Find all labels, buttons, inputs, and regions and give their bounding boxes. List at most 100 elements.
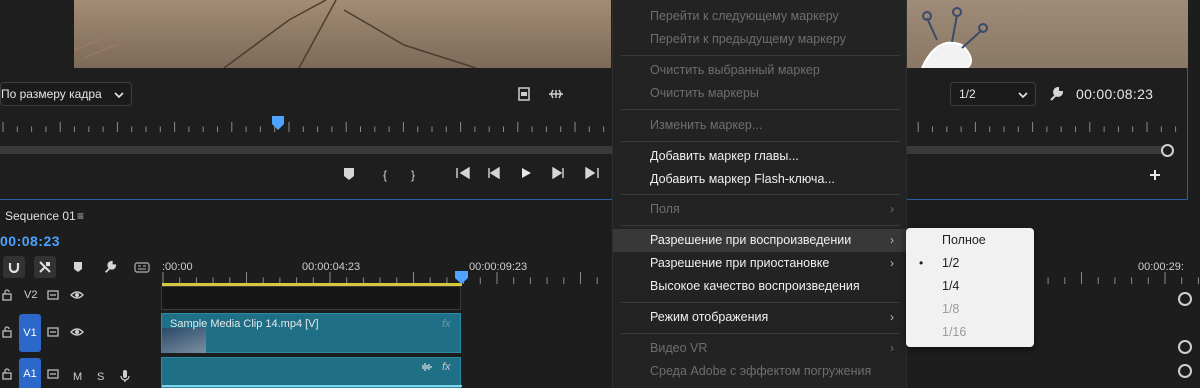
monitor-time-ruler[interactable]	[0, 122, 1188, 132]
submenu-item-sixteenth[interactable]: 1/16	[906, 321, 1034, 344]
submenu-item-label: Полное	[942, 233, 986, 247]
menu-item-fields[interactable]: Поля ›	[613, 198, 908, 221]
mark-out-icon[interactable]: }	[405, 167, 421, 183]
menu-item-add-chapter-marker[interactable]: Добавить маркер главы...	[613, 145, 908, 168]
menu-item-vr-video[interactable]: Видео VR ›	[613, 337, 908, 360]
snap-magnet-icon[interactable]	[3, 256, 25, 278]
menu-item-clear-markers[interactable]: Очистить маркеры	[613, 82, 908, 105]
play-icon[interactable]	[520, 167, 536, 183]
track-v2-lane[interactable]	[161, 286, 461, 310]
chevron-down-icon	[114, 92, 124, 99]
menu-separator	[621, 333, 900, 334]
menu-item-paused-resolution[interactable]: Разрешение при приостановке ›	[613, 252, 908, 275]
monitor-playhead[interactable]	[272, 116, 284, 130]
doodle-graphic	[921, 7, 988, 68]
trim-icon[interactable]	[548, 88, 564, 100]
lock-icon[interactable]	[2, 289, 12, 301]
monitor-zoom-scrollbar[interactable]	[0, 146, 1170, 154]
monitor-timecode[interactable]: 00:00:08:23	[1076, 86, 1153, 102]
go-to-in-icon[interactable]	[455, 167, 471, 183]
playback-resolution-dropdown[interactable]: 1/2	[950, 82, 1036, 106]
track-target-v1[interactable]: V1	[19, 314, 41, 352]
menu-item-adobe-immersive[interactable]: Среда Adobe с эффектом погружения	[613, 360, 908, 383]
program-monitor: По размеру кадра 1/2 00:00:08:23 { }	[0, 0, 1188, 200]
menu-item-label: Изменить маркер...	[650, 118, 763, 132]
audio-clip[interactable]: fx	[161, 357, 462, 388]
step-forward-icon[interactable]	[552, 167, 568, 183]
timeline-playhead[interactable]	[455, 271, 468, 284]
menu-item-label: Высокое качество воспроизведения	[650, 279, 860, 293]
submenu-item-label: 1/16	[942, 325, 967, 339]
sequence-tab[interactable]: Sequence 01	[5, 209, 76, 223]
menu-separator	[621, 194, 900, 195]
menu-separator	[621, 141, 900, 142]
fit-zoom-dropdown[interactable]: По размеру кадра	[0, 82, 132, 106]
menu-item-label: Очистить маркеры	[650, 86, 759, 100]
submenu-arrow-icon: ›	[890, 310, 894, 324]
submenu-arrow-icon: ›	[890, 233, 894, 247]
solo-button[interactable]: S	[97, 371, 104, 383]
mute-button[interactable]: M	[73, 371, 82, 383]
menu-item-clear-selected-marker[interactable]: Очистить выбранный маркер	[613, 59, 908, 82]
captions-icon[interactable]	[131, 256, 153, 278]
clip-thumbnail	[162, 328, 206, 353]
menu-item-label: Очистить выбранный маркер	[650, 63, 820, 77]
track-header-a1: A1 M S	[0, 356, 160, 388]
track-target-a1[interactable]: A1	[19, 358, 41, 388]
button-editor-plus-icon[interactable]	[1149, 169, 1161, 181]
eye-icon[interactable]	[70, 290, 84, 300]
submenu-item-half[interactable]: • 1/2	[906, 252, 1034, 275]
submenu-item-quarter[interactable]: 1/4	[906, 275, 1034, 298]
menu-item-label: Среда Adobe с эффектом погружения	[650, 364, 872, 378]
timeline-timecode[interactable]: 00:08:23	[0, 233, 60, 249]
sync-lock-icon[interactable]	[47, 369, 59, 379]
audio-level-line	[162, 385, 462, 387]
track-scroll-handle[interactable]	[1178, 340, 1192, 354]
timeline-settings-wrench-icon[interactable]	[99, 256, 121, 278]
safe-margins-icon[interactable]	[518, 87, 530, 101]
submenu-item-full[interactable]: Полное	[906, 229, 1034, 252]
context-menu: Перейти к следующему маркеру Перейти к п…	[612, 0, 908, 388]
track-scroll-handle[interactable]	[1178, 292, 1192, 306]
fx-badge: fx	[442, 318, 451, 330]
menu-item-label: Добавить маркер главы...	[650, 149, 799, 163]
panel-menu-icon[interactable]: ≡	[77, 209, 84, 223]
sync-lock-icon[interactable]	[47, 290, 59, 300]
menu-item-edit-marker[interactable]: Изменить маркер...	[613, 114, 908, 137]
menu-separator	[621, 302, 900, 303]
waveform-icon	[420, 362, 432, 372]
eye-icon[interactable]	[70, 327, 84, 337]
menu-item-display-mode[interactable]: Режим отображения ›	[613, 306, 908, 329]
fx-badge: fx	[442, 361, 451, 373]
submenu-item-label: 1/8	[942, 302, 960, 316]
submenu-item-label: 1/4	[942, 279, 960, 293]
go-to-out-icon[interactable]	[584, 167, 600, 183]
step-back-icon[interactable]	[488, 167, 504, 183]
scrollbar-handle[interactable]	[1161, 144, 1174, 157]
selected-bullet-icon: •	[919, 256, 924, 270]
track-header-v1: V1	[0, 312, 160, 354]
menu-item-playback-resolution[interactable]: Разрешение при воспроизведении ›	[613, 229, 908, 252]
sync-lock-icon[interactable]	[47, 327, 59, 337]
add-marker-icon[interactable]	[343, 167, 359, 183]
microphone-icon[interactable]	[120, 369, 130, 383]
wrench-icon[interactable]	[1048, 86, 1064, 102]
track-name[interactable]: V2	[24, 289, 37, 301]
menu-item-add-flash-cue-marker[interactable]: Добавить маркер Flash-ключа...	[613, 168, 908, 191]
submenu-arrow-icon: ›	[890, 202, 894, 216]
linked-selection-icon[interactable]	[34, 256, 56, 278]
video-clip[interactable]: Sample Media Clip 14.mp4 [V] fx	[161, 313, 461, 353]
video-frame-right	[907, 0, 1188, 68]
menu-item-high-quality-playback[interactable]: Высокое качество воспроизведения	[613, 275, 908, 298]
menu-item-label: Перейти к следующему маркеру	[650, 9, 839, 23]
lock-icon[interactable]	[2, 368, 12, 380]
mark-in-icon[interactable]: {	[377, 167, 393, 183]
submenu-item-eighth[interactable]: 1/8	[906, 298, 1034, 321]
lock-icon[interactable]	[2, 326, 12, 338]
add-marker-timeline-icon[interactable]	[67, 256, 89, 278]
menu-item-next-marker[interactable]: Перейти к следующему маркеру	[613, 5, 908, 28]
menu-item-prev-marker[interactable]: Перейти к предыдущему маркеру	[613, 28, 908, 51]
track-scroll-handle[interactable]	[1178, 364, 1192, 378]
playback-resolution-value: 1/2	[959, 87, 976, 101]
menu-separator	[621, 225, 900, 226]
